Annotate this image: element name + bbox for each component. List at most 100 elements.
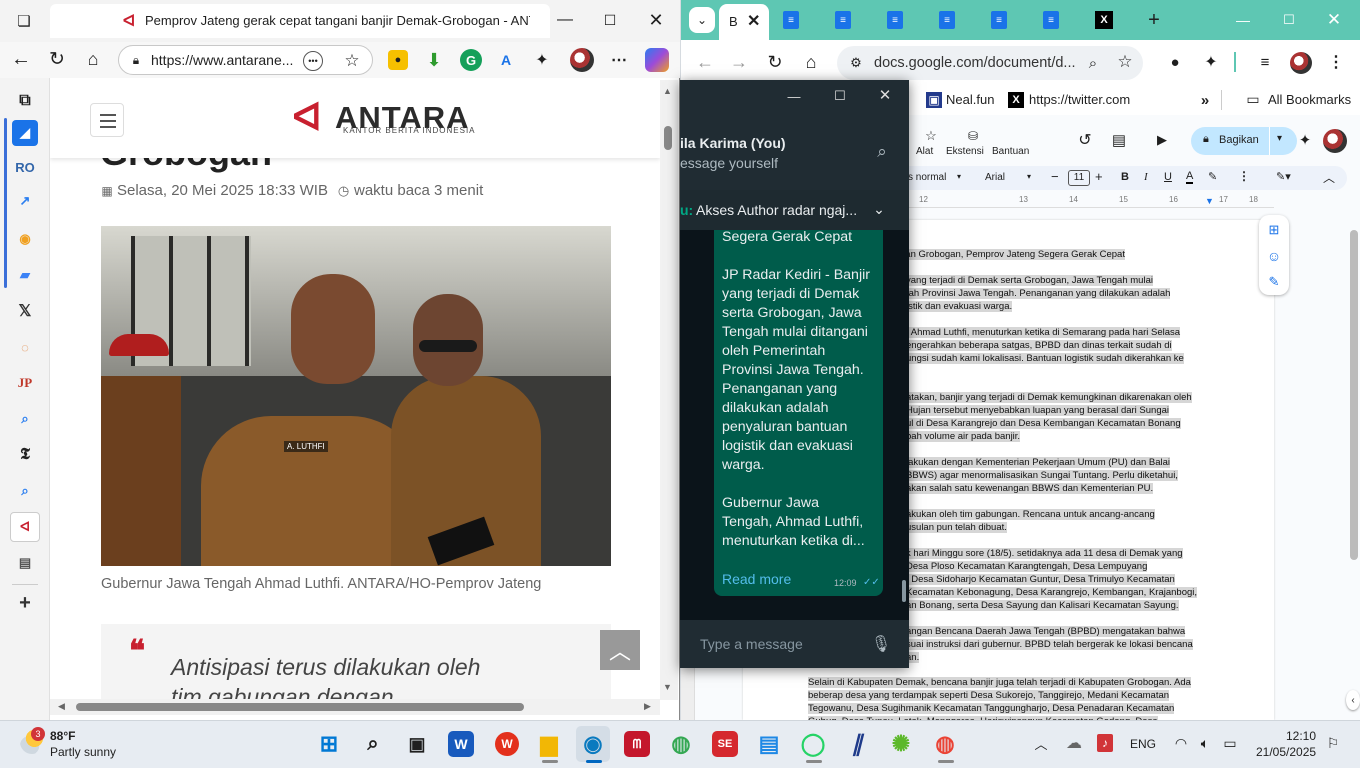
- paragraph-style-select[interactable]: ks normal: [903, 172, 946, 183]
- wa-search-icon[interactable]: ⌕: [872, 142, 892, 162]
- font-size-field[interactable]: 11: [1068, 170, 1090, 186]
- site-controls-icon[interactable]: ⚙: [847, 54, 865, 72]
- wa-message-input[interactable]: Type a message: [700, 636, 803, 652]
- extension-lightbulb-icon[interactable]: ●: [1165, 52, 1185, 72]
- tray-app-icon[interactable]: ♪: [1097, 734, 1113, 752]
- style-dropdown-icon[interactable]: ▾: [957, 172, 961, 181]
- task-view-icon[interactable]: ▣: [400, 726, 434, 762]
- whatsapp-chat-header[interactable]: ila Karima (You) essage yourself ⌕: [680, 116, 909, 190]
- docs-text-line[interactable]: Desa Ploso Kecamatan Karangtengah, Desa …: [906, 560, 1148, 573]
- docs-tab-icon[interactable]: ≡: [939, 11, 955, 29]
- docs-text-line[interactable]: akan salah satu kewenangan BBWS dan Keme…: [906, 482, 1154, 495]
- favorite-star-icon[interactable]: ☆: [341, 50, 363, 72]
- font-dropdown-icon[interactable]: ▾: [1027, 172, 1031, 181]
- scroll-left-icon[interactable]: ◀: [58, 701, 65, 712]
- chrome-back-icon[interactable]: ←: [695, 52, 715, 72]
- x-tab-icon[interactable]: X: [1095, 11, 1113, 29]
- comments-icon[interactable]: ▤: [1109, 130, 1129, 150]
- menu-alat[interactable]: Alat: [916, 146, 933, 157]
- menu-ekstensi[interactable]: Ekstensi: [946, 146, 984, 157]
- sidebar-tab-trend-icon[interactable]: ↗: [12, 188, 38, 214]
- tab-close-icon[interactable]: ✕: [747, 11, 760, 31]
- close-icon[interactable]: ✕: [645, 9, 667, 31]
- docs-text-line[interactable]: dan Grobogan, Pemprov Jateng Segera Gera…: [900, 248, 1125, 261]
- docs-text-line[interactable]: atakan, banjir yang terjadi di Demak kem…: [906, 391, 1192, 404]
- docs-text-line[interactable]: engerahkan beberapa satgas, BPBD dan din…: [906, 339, 1172, 352]
- docs-text-line[interactable]: lakukan dengan Kementerian Pekerjaan Umu…: [906, 456, 1171, 469]
- article-horizontal-scrollbar[interactable]: ◀ ▶: [50, 699, 660, 715]
- maximize-icon[interactable]: ☐: [600, 10, 620, 30]
- toolbar-more-icon[interactable]: ⋮: [1238, 169, 1250, 183]
- extension-honey-icon[interactable]: ●: [388, 50, 408, 70]
- sidebar-tab-docs-icon[interactable]: ◢: [12, 120, 38, 146]
- docs-text-line[interactable]: Selain di Kabupaten Demak, bencana banji…: [808, 676, 1191, 689]
- translate-icon[interactable]: A: [496, 50, 516, 70]
- home-icon[interactable]: ⌂: [82, 48, 104, 70]
- docs-ruler[interactable]: 12 13 14 15 16 17 18 ▼: [909, 194, 1274, 208]
- menu-bantuan[interactable]: Bantuan: [992, 146, 1029, 157]
- version-history-icon[interactable]: ↺: [1075, 130, 1095, 150]
- vertical-ruler[interactable]: [681, 665, 695, 720]
- editing-mode-icon[interactable]: ✎▾: [1276, 170, 1291, 183]
- docs-text-line[interactable]: , Ahmad Luthfi, menuturkan ketika di Sem…: [906, 326, 1181, 339]
- lines-app-icon[interactable]: ∥: [840, 726, 874, 762]
- docs-text-line[interactable]: angan Bencana Daerah Jawa Tengah (BPBD) …: [906, 625, 1186, 638]
- zoom-search-icon[interactable]: ⌕: [1083, 53, 1103, 73]
- wa-message-bubble[interactable]: Segera Gerak Cepat JP Radar Kediri - Ban…: [714, 229, 883, 596]
- sidebar-tab-jp-icon[interactable]: JP: [12, 370, 38, 396]
- chrome-home-icon[interactable]: ⌂: [801, 52, 821, 72]
- bookmark-star-icon[interactable]: ☆: [1115, 52, 1135, 72]
- highlight-icon[interactable]: ✎: [1208, 170, 1217, 183]
- more-bookmarks-icon[interactable]: »: [1195, 90, 1215, 110]
- wa-microphone-icon[interactable]: 🎙︎: [871, 633, 891, 655]
- collapse-menus-icon[interactable]: ︿: [1323, 169, 1335, 186]
- chrome-minimize-icon[interactable]: —: [1233, 10, 1253, 30]
- docs-text-line[interactable]: yang terjadi di Demak serta Grobogan, Ja…: [906, 274, 1153, 287]
- extension-download-icon[interactable]: ⬇: [424, 50, 444, 70]
- decrease-font-icon[interactable]: −: [1051, 169, 1059, 184]
- sidebar-tab-blue-icon[interactable]: ▰: [12, 262, 38, 288]
- docs-text-line[interactable]: istik dan evakuasi warga.: [906, 300, 1013, 313]
- all-bookmarks-button[interactable]: All Bookmarks: [1268, 92, 1351, 107]
- chrome-omnibox[interactable]: ⚙ docs.google.com/document/d... ⌕ ☆: [837, 46, 1143, 80]
- docs-profile-avatar[interactable]: [1323, 129, 1347, 153]
- start-button-icon[interactable]: ⊞: [312, 726, 346, 762]
- share-dropdown-icon[interactable]: ▾: [1277, 133, 1282, 144]
- media-controls-icon[interactable]: ≡: [1255, 52, 1275, 72]
- docs-text-line[interactable]: BBWS) agar menormalisasikan Sungai Tunta…: [906, 469, 1178, 482]
- docs-text-line[interactable]: suai instruksi dari gubernur. BPBD telah…: [906, 638, 1193, 651]
- increase-font-icon[interactable]: +: [1095, 169, 1103, 184]
- clock-date[interactable]: 21/05/2025: [1256, 745, 1316, 759]
- clock-time[interactable]: 12:10: [1286, 729, 1316, 743]
- chrome-taskbar-icon[interactable]: ◍: [664, 726, 698, 762]
- chrome-refresh-icon[interactable]: ↻: [765, 52, 785, 72]
- bookmark-nealfun[interactable]: Neal.fun: [946, 92, 994, 107]
- suggest-edit-icon[interactable]: ✎: [1265, 273, 1283, 291]
- sidebar-tab-ro-icon[interactable]: RO: [12, 154, 38, 180]
- docs-text-line[interactable]: an Bonang, serta Desa Sayung dan Kalisar…: [906, 599, 1179, 612]
- copilot-icon[interactable]: [645, 48, 669, 72]
- back-to-top-button[interactable]: ︿: [600, 630, 640, 670]
- wa-scroll-thumb[interactable]: [902, 580, 906, 602]
- workspaces-icon[interactable]: ❏: [12, 10, 36, 32]
- underline-icon[interactable]: U: [1164, 171, 1172, 183]
- bookmark-twitter[interactable]: https://twitter.com: [1029, 92, 1130, 107]
- article-photo[interactable]: A. LUTHFI: [101, 226, 611, 566]
- vertical-tabs-icon[interactable]: ⧉: [12, 88, 38, 114]
- docs-text-line[interactable]: bah volume air pada banjir.: [906, 430, 1021, 443]
- wa-minimize-icon[interactable]: —: [786, 88, 802, 104]
- chrome-profile-avatar[interactable]: [1290, 52, 1312, 74]
- file-explorer-icon[interactable]: ▆: [532, 726, 566, 762]
- article-vertical-scrollbar[interactable]: ▲ ▼: [660, 80, 678, 700]
- back-icon[interactable]: ←: [10, 48, 32, 70]
- meet-icon[interactable]: ▶︎: [1149, 130, 1175, 150]
- scroll-down-icon[interactable]: ▼: [663, 682, 672, 692]
- wa-maximize-icon[interactable]: ☐: [832, 88, 848, 104]
- onedrive-icon[interactable]: ☁: [1064, 734, 1084, 752]
- wifi-icon[interactable]: ◠: [1172, 734, 1190, 752]
- volume-icon[interactable]: 🔈︎: [1196, 734, 1214, 752]
- sidebar-tab-nyt-icon[interactable]: 𝕿: [12, 442, 38, 468]
- chrome-menu-icon[interactable]: ⋮: [1327, 52, 1345, 72]
- docs-text-line[interactable]: Tegowanu, Desa Sugihmanik Kecamatan Tang…: [808, 702, 1175, 715]
- sidebar-tab-search2-icon[interactable]: ⌕: [12, 478, 38, 504]
